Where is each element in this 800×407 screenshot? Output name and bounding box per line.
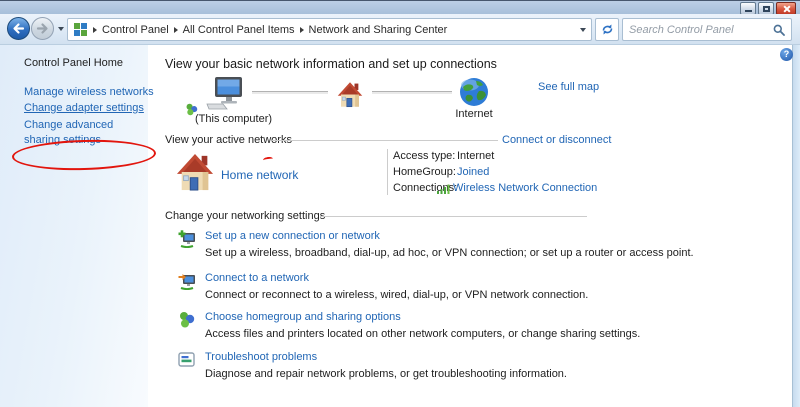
- map-link-line: [252, 91, 328, 94]
- map-link-line: [372, 91, 452, 94]
- red-mark-annotation: [263, 156, 274, 162]
- back-arrow-icon: [8, 18, 29, 39]
- home-network-icon: [176, 152, 214, 192]
- search-icon[interactable]: [773, 24, 785, 36]
- sidebar: Control Panel Home Manage wireless netwo…: [0, 45, 148, 407]
- breadcrumb-control-panel[interactable]: Control Panel: [102, 24, 169, 36]
- setup-new-connection-desc: Set up a wireless, broadband, dial-up, a…: [205, 247, 694, 259]
- access-type-label: Access type:: [393, 150, 455, 162]
- section-rule: [272, 140, 498, 141]
- internet-label: Internet: [448, 108, 500, 120]
- networking-settings-header: Change your networking settings: [165, 210, 325, 222]
- section-rule: [320, 216, 587, 217]
- choose-homegroup-link[interactable]: Choose homegroup and sharing options: [205, 311, 401, 323]
- title-bar: [0, 0, 800, 14]
- help-icon[interactable]: ?: [780, 48, 793, 61]
- this-computer-label: (This computer): [195, 113, 272, 125]
- network-sharing-center-window: Control Panel All Control Panel Items Ne…: [0, 0, 800, 407]
- maximize-icon: [763, 6, 770, 12]
- refresh-button[interactable]: [595, 18, 619, 41]
- navigation-toolbar: Control Panel All Control Panel Items Ne…: [0, 14, 800, 45]
- minimize-icon: [745, 10, 752, 12]
- search-input[interactable]: [629, 24, 773, 36]
- sidebar-manage-wireless-networks[interactable]: Manage wireless networks: [24, 86, 154, 98]
- access-type-value: Internet: [457, 150, 494, 162]
- details-divider: [387, 149, 388, 195]
- connect-network-icon: [178, 272, 196, 290]
- connect-to-network-desc: Connect or reconnect to a wireless, wire…: [205, 289, 588, 301]
- back-button[interactable]: [7, 17, 30, 40]
- page-title: View your basic network information and …: [165, 57, 497, 71]
- new-connection-icon: [178, 230, 196, 248]
- sidebar-change-adapter-settings[interactable]: Change adapter settings: [24, 102, 144, 114]
- chevron-right-icon: [174, 27, 178, 33]
- forward-arrow-icon: [32, 18, 53, 39]
- forward-button[interactable]: [31, 17, 54, 40]
- refresh-icon: [601, 23, 614, 36]
- search-field: [622, 18, 792, 41]
- content-area: Control Panel Home Manage wireless netwo…: [0, 45, 800, 407]
- connect-to-network-link[interactable]: Connect to a network: [205, 272, 309, 284]
- chevron-right-icon: [300, 27, 304, 33]
- recent-pages-dropdown[interactable]: [58, 27, 64, 31]
- control-panel-icon: [73, 22, 88, 37]
- address-dropdown-icon[interactable]: [580, 28, 586, 32]
- setup-new-connection-link[interactable]: Set up a new connection or network: [205, 230, 380, 242]
- chevron-right-icon: [93, 27, 97, 33]
- wireless-network-connection-link[interactable]: Wireless Network Connection: [453, 182, 597, 194]
- troubleshoot-problems-link[interactable]: Troubleshoot problems: [205, 351, 317, 363]
- troubleshoot-problems-desc: Diagnose and repair network problems, or…: [205, 368, 567, 380]
- computer-icon: [206, 76, 244, 110]
- address-bar[interactable]: Control Panel All Control Panel Items Ne…: [67, 18, 592, 41]
- breadcrumb-current[interactable]: Network and Sharing Center: [309, 24, 448, 36]
- sidebar-control-panel-home[interactable]: Control Panel Home: [24, 57, 123, 69]
- internet-globe-icon[interactable]: [459, 77, 489, 107]
- homegroup-label: HomeGroup:: [393, 166, 456, 178]
- homegroup-joined-link[interactable]: Joined: [457, 166, 489, 178]
- connect-or-disconnect-link[interactable]: Connect or disconnect: [502, 134, 611, 146]
- homegroup-icon: [178, 311, 195, 328]
- choose-homegroup-desc: Access files and printers located on oth…: [205, 328, 640, 340]
- troubleshoot-icon: [178, 351, 195, 368]
- home-network-label: Home network: [221, 168, 298, 182]
- window-right-border: [792, 45, 800, 407]
- sidebar-change-advanced-sharing[interactable]: Change advanced sharing settings: [24, 118, 142, 148]
- see-full-map-link[interactable]: See full map: [538, 81, 599, 93]
- breadcrumb-all-items[interactable]: All Control Panel Items: [183, 24, 295, 36]
- wireless-signal-icon: [437, 184, 450, 194]
- home-network-map-icon[interactable]: [335, 81, 365, 108]
